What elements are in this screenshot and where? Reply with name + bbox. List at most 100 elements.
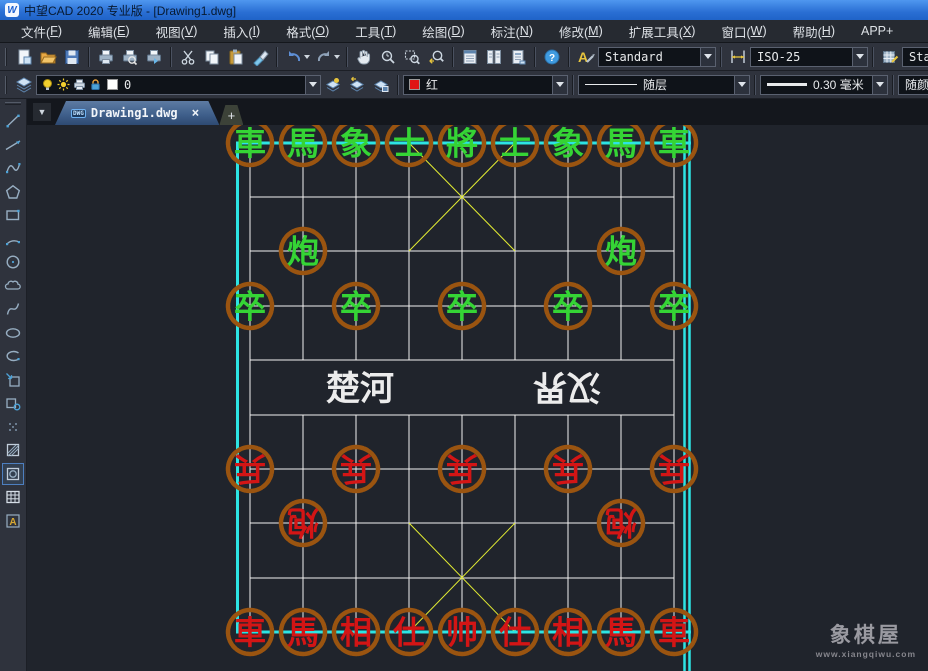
plot-style-combo[interactable]: 随颜色 (898, 75, 928, 95)
draw-toolbar: A (0, 99, 27, 671)
make-object-layer-current-button[interactable] (321, 73, 345, 97)
menu-draw[interactable]: 绘图(D) (409, 20, 477, 42)
spline-tool[interactable] (2, 298, 24, 320)
toolbar-properties: 0 红 随层 0.30 毫米 随颜色 (0, 71, 928, 99)
layer-previous-button[interactable] (345, 73, 369, 97)
polygon-tool[interactable] (2, 181, 24, 203)
color-combo[interactable]: 红 (403, 75, 568, 95)
revision-cloud-tool[interactable] (2, 275, 24, 297)
toolbar-grip[interactable] (5, 48, 7, 66)
zoom-previous-button[interactable] (424, 45, 448, 69)
line-tool[interactable] (2, 110, 24, 132)
new-tab-button[interactable]: + (219, 105, 243, 125)
open-button[interactable] (36, 45, 60, 69)
tab-close-icon[interactable]: × (192, 106, 200, 121)
layer-combo[interactable]: 0 (36, 75, 321, 95)
toolbar-grip[interactable] (5, 102, 21, 105)
color-value: 红 (420, 76, 552, 93)
chevron-down-icon[interactable] (872, 76, 887, 94)
cut-button[interactable] (176, 45, 200, 69)
insert-block-tool[interactable] (2, 369, 24, 391)
help-button[interactable]: ? (540, 45, 564, 69)
chevron-down-icon[interactable] (305, 76, 320, 94)
chevron-down-icon[interactable] (734, 76, 749, 94)
layer-unlock-icon[interactable] (89, 78, 102, 91)
toolbar-grip[interactable] (5, 76, 7, 94)
make-block-tool[interactable] (2, 392, 24, 414)
table-tool[interactable] (2, 486, 24, 508)
layer-plot-icon[interactable] (73, 78, 86, 91)
menu-app-plus[interactable]: APP+ (848, 20, 906, 42)
text-style-combo[interactable]: Standard (598, 47, 716, 67)
table-style-combo[interactable]: Standard (902, 47, 928, 67)
layer-properties-button[interactable] (12, 73, 36, 97)
zoom-window-button[interactable] (400, 45, 424, 69)
region-tool[interactable] (2, 463, 24, 485)
tool-palettes-button[interactable] (482, 45, 506, 69)
svg-text:A: A (578, 49, 588, 65)
toolbar-separator (572, 75, 574, 95)
redo-button[interactable] (312, 45, 336, 69)
redo-button-dropdown-icon[interactable] (334, 55, 340, 59)
menu-view[interactable]: 视图(V) (143, 20, 211, 42)
properties-button[interactable] (458, 45, 482, 69)
arc-tool[interactable] (2, 228, 24, 250)
chevron-down-icon[interactable] (700, 48, 715, 66)
menu-express[interactable]: 扩展工具(X) (616, 20, 709, 42)
tab-drawing1[interactable]: DWG Drawing1.dwg × (55, 101, 219, 125)
construction-line-tool[interactable] (2, 134, 24, 156)
copy-button[interactable] (200, 45, 224, 69)
menu-dimension[interactable]: 标注(N) (478, 20, 546, 42)
toolbar-separator (754, 75, 756, 95)
plot-preview-button[interactable] (118, 45, 142, 69)
menu-help[interactable]: 帮助(H) (780, 20, 848, 42)
layer-states-button[interactable] (369, 73, 393, 97)
chevron-down-icon[interactable] (852, 48, 867, 66)
menu-insert[interactable]: 插入(I) (210, 20, 273, 42)
zoom-realtime-button[interactable] (376, 45, 400, 69)
pan-button[interactable] (352, 45, 376, 69)
lineweight-combo[interactable]: 0.30 毫米 (760, 75, 888, 95)
dim-style-combo[interactable]: ISO-25 (750, 47, 868, 67)
piece-green: 象 (552, 125, 584, 163)
piece-green: 卒 (552, 288, 584, 326)
plot-button[interactable] (94, 45, 118, 69)
text-style-value: Standard (599, 50, 700, 64)
piece-red: 相 (340, 614, 372, 652)
menu-modify[interactable]: 修改(M) (546, 20, 616, 42)
rectangle-tool[interactable] (2, 204, 24, 226)
menu-format[interactable]: 格式(O) (273, 20, 342, 42)
linetype-combo[interactable]: 随层 (578, 75, 750, 95)
tab-list-dropdown[interactable]: ▼ (33, 103, 51, 121)
lineweight-sample (767, 83, 807, 86)
new-button[interactable] (12, 45, 36, 69)
piece-red: 馬 (287, 614, 319, 652)
piece-red: 兵 (340, 450, 372, 488)
undo-button[interactable] (282, 45, 306, 69)
chevron-down-icon[interactable] (552, 76, 567, 94)
save-button[interactable] (60, 45, 84, 69)
point-tool[interactable] (2, 416, 24, 438)
menu-window[interactable]: 窗口(W) (708, 20, 779, 42)
mtext-tool[interactable]: A (2, 510, 24, 532)
sheet-set-button[interactable] (506, 45, 530, 69)
svg-text:A: A (9, 517, 16, 528)
undo-button-dropdown-icon[interactable] (304, 55, 310, 59)
layer-thaw-icon[interactable] (57, 78, 70, 91)
piece-red: 炮 (605, 504, 637, 542)
linetype-sample (585, 84, 637, 85)
menu-tools[interactable]: 工具(T) (342, 20, 409, 42)
ellipse-tool[interactable] (2, 322, 24, 344)
paste-button[interactable] (224, 45, 248, 69)
drawing-canvas[interactable]: 楚河汉界車馬象士將士象馬車炮炮卒卒卒卒卒兵兵兵兵兵炮炮車馬相仕帅仕相馬車 象棋屋… (27, 125, 928, 671)
hatch-tool[interactable] (2, 439, 24, 461)
polyline-tool[interactable] (2, 157, 24, 179)
match-properties-button[interactable] (248, 45, 272, 69)
ellipse-arc-tool[interactable] (2, 345, 24, 367)
piece-green: 車 (234, 125, 266, 163)
menu-edit[interactable]: 编辑(E) (75, 20, 143, 42)
layer-on-icon[interactable] (41, 78, 54, 91)
menu-file[interactable]: 文件(F) (8, 20, 75, 42)
publish-button[interactable] (142, 45, 166, 69)
circle-tool[interactable] (2, 251, 24, 273)
